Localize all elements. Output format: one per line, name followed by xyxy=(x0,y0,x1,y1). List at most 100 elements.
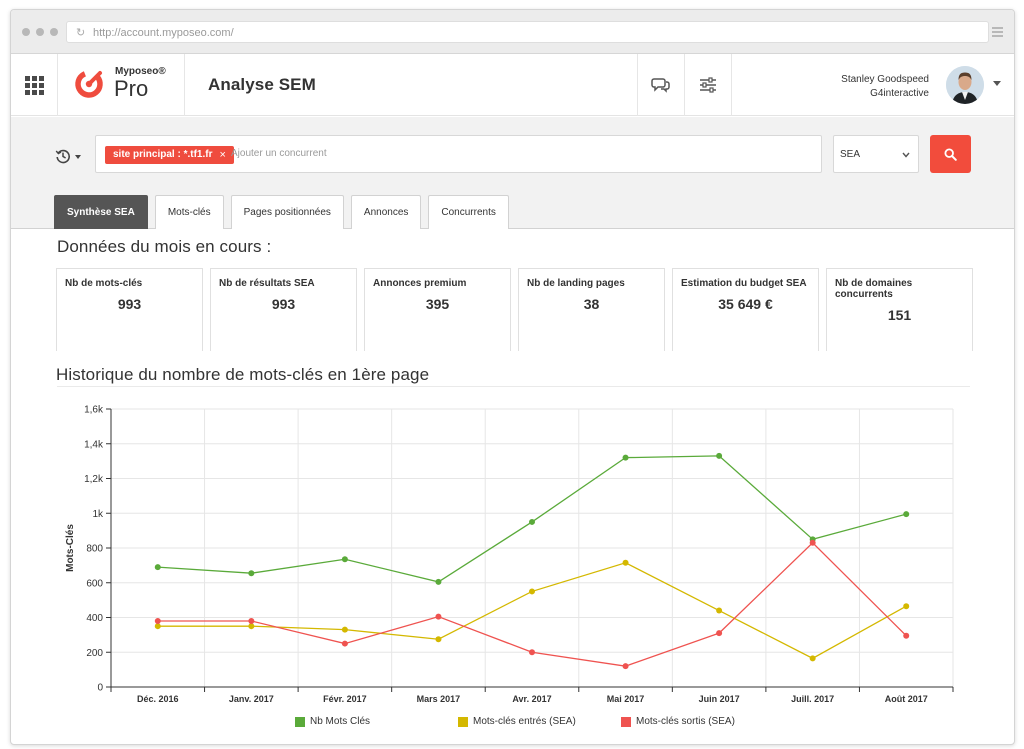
user-name[interactable]: Stanley Goodspeed xyxy=(841,74,929,85)
x-tick-label: Avr. 2017 xyxy=(512,694,551,704)
y-axis-title: Mots-Clés xyxy=(65,524,76,572)
data-point xyxy=(435,578,442,585)
kpi-label: Nb de mots-clés xyxy=(65,278,143,289)
tab-synthese-sea[interactable]: Synthèse SEA xyxy=(54,195,148,229)
tab-bar: Synthèse SEA Mots-clés Pages positionnée… xyxy=(54,195,509,229)
kpi-card: Nb de domaines concurrents 151 xyxy=(826,268,973,351)
legend-item[interactable]: Mots-clés sortis (SEA) xyxy=(621,716,735,727)
data-point xyxy=(248,617,255,624)
tab-concurrents[interactable]: Concurrents xyxy=(428,195,509,229)
user-avatar-icon xyxy=(946,66,984,104)
user-company: G4interactive xyxy=(870,88,929,99)
window-controls xyxy=(22,28,58,36)
legend-swatch xyxy=(458,716,468,727)
channel-select-value: SEA xyxy=(840,149,861,160)
kpi-label: Nb de landing pages xyxy=(527,278,625,289)
kpi-value: 993 xyxy=(117,296,142,312)
search-button[interactable] xyxy=(930,135,971,173)
close-icon[interactable]: × xyxy=(219,146,225,164)
x-tick-label: Mars 2017 xyxy=(417,694,461,704)
kpi-card: Estimation du budget SEA 35 649 € xyxy=(672,268,819,351)
y-tick-label: 1k xyxy=(92,509,104,520)
user-menu-caret-icon[interactable] xyxy=(993,81,1001,86)
tab-annonces[interactable]: Annonces xyxy=(350,195,422,229)
chat-icon xyxy=(651,78,670,93)
channel-select[interactable]: SEA xyxy=(833,135,919,173)
x-tick-label: Févr. 2017 xyxy=(323,694,367,704)
legend-item[interactable]: Mots-clés entrés (SEA) xyxy=(458,716,576,727)
y-tick-label: 0 xyxy=(97,683,103,694)
series-line xyxy=(157,541,907,667)
address-bar[interactable]: ↻ http://account.myposeo.com/ xyxy=(66,21,989,43)
kpi-label: Estimation du budget SEA xyxy=(681,278,807,289)
data-point xyxy=(809,536,816,543)
data-point xyxy=(903,632,910,639)
kpi-value: 151 xyxy=(887,307,912,323)
kpi-card: Nb de mots-clés 993 xyxy=(56,268,203,351)
window-dot-icon[interactable] xyxy=(22,28,30,36)
y-tick-label: 1,6k xyxy=(84,405,104,416)
myposeo-logo-icon xyxy=(75,70,103,98)
add-competitor-input[interactable] xyxy=(231,148,651,159)
y-tick-label: 400 xyxy=(86,613,103,624)
kpi-value: 35 649 € xyxy=(718,296,773,312)
data-point xyxy=(622,559,629,566)
window-dot-icon[interactable] xyxy=(50,28,58,36)
data-point xyxy=(248,570,255,577)
settings-button[interactable] xyxy=(684,54,731,116)
history-button[interactable] xyxy=(55,148,81,164)
apps-menu-button[interactable] xyxy=(11,54,58,116)
grid-icon xyxy=(24,75,44,95)
analysis-toolbar: site principal : *.tf1.fr × SEA Synthèse… xyxy=(11,117,1014,229)
avatar[interactable] xyxy=(946,66,984,104)
browser-toolbar: ↻ http://account.myposeo.com/ xyxy=(11,10,1014,54)
app-header: Myposeo® Pro Analyse SEM Stanley Goodspe… xyxy=(11,54,1014,116)
data-point xyxy=(716,630,723,637)
data-point xyxy=(529,649,535,656)
kpi-value: 38 xyxy=(583,296,600,312)
brand-product: Pro xyxy=(114,76,149,101)
data-point xyxy=(435,636,442,643)
x-tick-label: Janv. 2017 xyxy=(229,694,274,704)
data-point xyxy=(529,588,535,595)
kpi-card: Nb de landing pages 38 xyxy=(518,268,665,351)
history-caret-icon xyxy=(75,154,81,159)
window-dot-icon[interactable] xyxy=(36,28,44,36)
y-tick-label: 1,2k xyxy=(84,474,104,485)
tab-pages-positionnees[interactable]: Pages positionnées xyxy=(230,195,344,229)
data-point xyxy=(154,617,161,624)
y-tick-label: 600 xyxy=(86,578,103,589)
data-point xyxy=(529,518,535,525)
x-tick-label: Mai 2017 xyxy=(607,694,645,704)
search-icon xyxy=(944,147,957,161)
series-line xyxy=(157,455,907,583)
legend-item[interactable]: Nb Mots Clés xyxy=(295,716,370,727)
data-point xyxy=(716,607,723,614)
data-point xyxy=(341,556,348,563)
summary-title: Données du mois en cours : xyxy=(57,237,272,256)
sliders-icon xyxy=(700,77,716,93)
tab-mots-cles[interactable]: Mots-clés xyxy=(154,195,224,229)
data-point xyxy=(622,454,629,461)
data-point xyxy=(154,623,161,630)
header-divider xyxy=(731,54,732,116)
data-point xyxy=(154,564,161,571)
x-tick-label: Août 2017 xyxy=(885,694,928,704)
competitor-search-field[interactable]: site principal : *.tf1.fr × xyxy=(95,135,822,173)
kpi-label: Nb de domaines concurrents xyxy=(835,278,913,300)
site-tag-label: site principal : *.tf1.fr xyxy=(113,149,213,160)
messages-button[interactable] xyxy=(637,54,684,116)
y-tick-label: 800 xyxy=(86,544,103,555)
browser-menu-icon[interactable] xyxy=(992,27,1003,39)
history-icon xyxy=(55,149,70,164)
brand-logo-area[interactable]: Myposeo® Pro xyxy=(58,54,185,116)
kpi-label: Annonces premium xyxy=(373,278,467,289)
history-title: Historique du nombre de mots-clés en 1èr… xyxy=(56,365,430,384)
series-line xyxy=(157,562,907,660)
legend-swatch xyxy=(295,716,305,727)
summary-cards: Nb de mots-clés 993 Nb de résultats SEA … xyxy=(56,268,973,351)
kpi-label: Nb de résultats SEA xyxy=(219,278,315,289)
legend-label: Mots-clés sortis (SEA) xyxy=(636,716,735,727)
x-tick-label: Juin 2017 xyxy=(699,694,740,704)
reload-icon[interactable]: ↻ xyxy=(76,26,85,39)
